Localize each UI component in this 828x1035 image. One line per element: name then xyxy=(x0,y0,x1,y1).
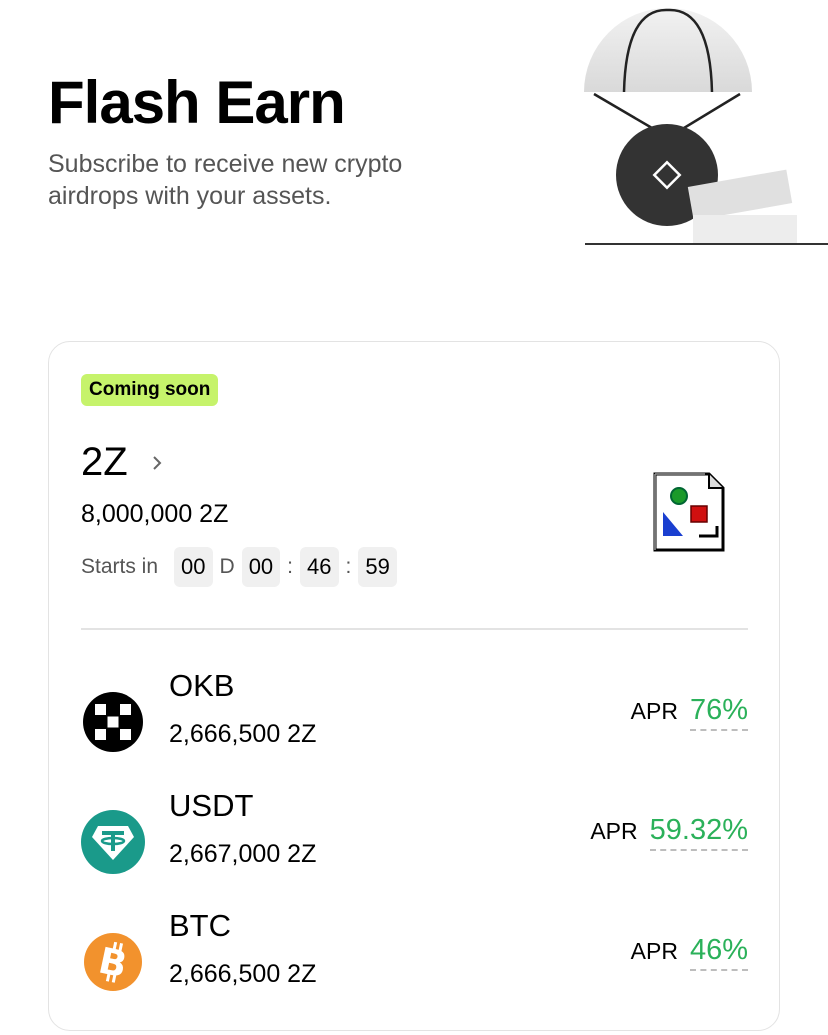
pool-coin-name: USDT xyxy=(169,788,254,823)
countdown-seconds: 59 xyxy=(358,547,397,587)
pool-row-okb[interactable]: OKB 2,666,500 2Z APR 76% xyxy=(81,668,748,768)
countdown-days: 00 xyxy=(174,547,213,587)
total-airdrop-amount: 8,000,000 2Z xyxy=(81,500,229,528)
pool-amount: 2,667,000 2Z xyxy=(169,840,317,868)
pool-row-btc[interactable]: B BTC 2,666,500 2Z APR 46% xyxy=(81,908,748,1008)
hero-section: Flash Earn Subscribe to receive new cryp… xyxy=(0,0,828,290)
apr-display: APR 46% xyxy=(631,934,748,971)
page-subtitle: Subscribe to receive new crypto airdrops… xyxy=(48,150,403,210)
time-separator: : xyxy=(287,555,294,578)
project-title-link[interactable]: 2Z xyxy=(81,440,168,485)
apr-display: APR 59.32% xyxy=(590,814,748,851)
apr-display: APR 76% xyxy=(631,694,748,731)
apr-label: APR xyxy=(630,698,678,724)
page-title: Flash Earn xyxy=(48,69,346,136)
countdown-minutes: 46 xyxy=(300,547,339,587)
btc-icon: B xyxy=(84,933,142,991)
divider xyxy=(81,628,748,630)
okb-icon xyxy=(83,692,143,752)
pool-coin-name: BTC xyxy=(169,908,231,943)
apr-value[interactable]: 46% xyxy=(689,934,748,971)
pool-row-usdt[interactable]: USDT 2,667,000 2Z APR 59.32% xyxy=(81,788,748,888)
apr-label: APR xyxy=(590,818,638,844)
apr-value[interactable]: 76% xyxy=(689,694,748,731)
pool-coin-name: OKB xyxy=(169,668,235,703)
airdrop-card[interactable]: Coming soon 2Z 8,000,000 2Z Starts in 00… xyxy=(48,341,780,1031)
time-separator: : xyxy=(345,555,352,578)
pool-amount: 2,666,500 2Z xyxy=(169,720,317,748)
days-unit: D xyxy=(219,555,235,578)
chevron-right-icon[interactable] xyxy=(146,452,168,474)
usdt-icon xyxy=(81,810,145,874)
project-name[interactable]: 2Z xyxy=(81,440,128,485)
apr-value[interactable]: 59.32% xyxy=(649,814,748,851)
starts-in-label: Starts in xyxy=(81,555,159,578)
apr-label: APR xyxy=(630,938,678,964)
countdown: Starts in 00 D 00 : 46 : 59 xyxy=(81,547,397,587)
broken-image-icon xyxy=(653,472,725,552)
pool-amount: 2,666,500 2Z xyxy=(169,960,317,988)
status-badge: Coming soon xyxy=(81,374,219,406)
airdrop-illustration xyxy=(584,8,828,245)
countdown-hours: 00 xyxy=(241,547,281,587)
